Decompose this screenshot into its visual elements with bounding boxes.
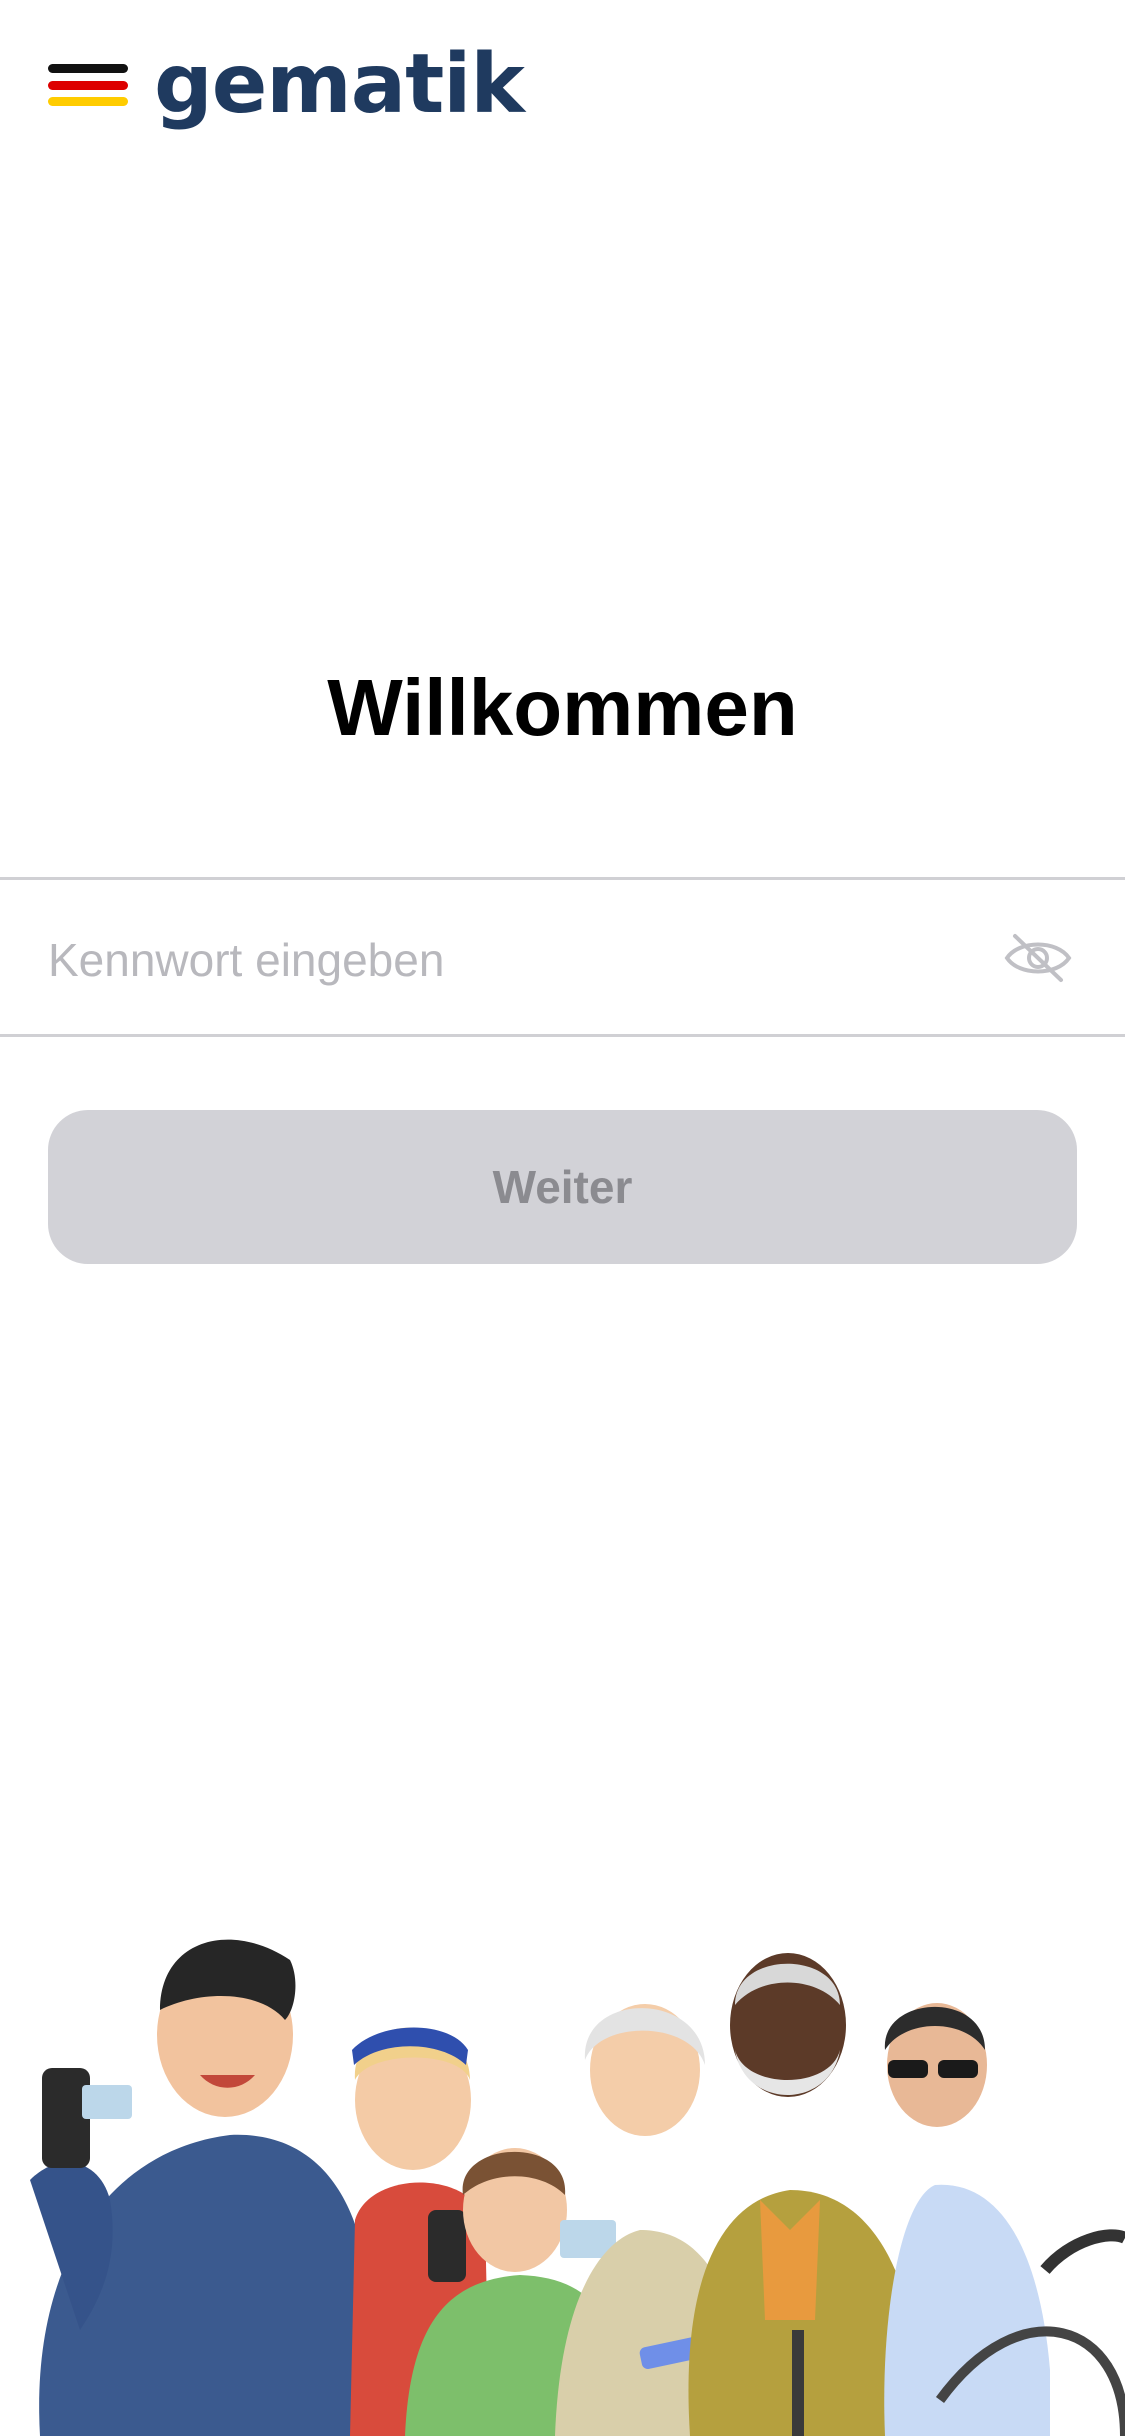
person-wheelchair-man bbox=[884, 2003, 1125, 2436]
flag-stripes-icon bbox=[48, 64, 128, 106]
logo-text: gematik bbox=[154, 37, 525, 132]
page-title: Willkommen bbox=[327, 663, 798, 752]
eye-slash-icon[interactable] bbox=[1003, 932, 1073, 984]
people-group-illustration bbox=[30, 1939, 1125, 2436]
password-field-row bbox=[0, 877, 1125, 1037]
password-input[interactable] bbox=[48, 910, 968, 1010]
person-man-phone bbox=[30, 1939, 380, 2436]
gematik-logo: gematik bbox=[48, 37, 525, 132]
continue-button[interactable]: Weiter bbox=[48, 1110, 1077, 1264]
